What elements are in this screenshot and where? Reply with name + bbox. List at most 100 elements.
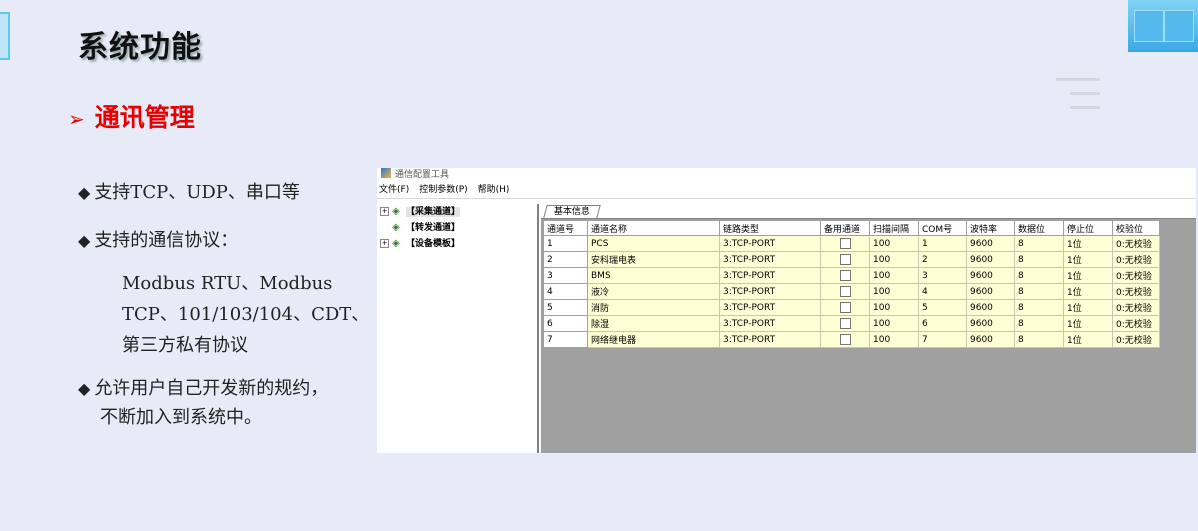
table-cell[interactable]: 消防	[587, 299, 720, 316]
table-cell[interactable]: 100	[869, 315, 919, 332]
table-cell[interactable]	[820, 235, 870, 252]
table-cell[interactable]: 9600	[966, 315, 1015, 332]
table-cell[interactable]: 1位	[1063, 283, 1113, 300]
table-cell[interactable]: 100	[869, 283, 919, 300]
table-cell[interactable]: 安科瑞电表	[587, 251, 720, 268]
table-cell[interactable]: 0:无校验	[1112, 331, 1160, 348]
row-number-cell[interactable]: 2	[543, 251, 588, 268]
backup-channel-checkbox[interactable]	[839, 254, 851, 265]
column-header[interactable]: 链路类型	[719, 220, 821, 236]
table-cell[interactable]: 液冷	[587, 283, 720, 300]
backup-channel-checkbox[interactable]	[839, 286, 851, 297]
table-cell[interactable]: 3:TCP-PORT	[719, 267, 821, 284]
expand-icon[interactable]: +	[380, 207, 389, 216]
table-row[interactable]: 2 安科瑞电表 3:TCP-PORT 100 2 9600 8 1位 0:无校验	[543, 251, 1160, 268]
table-cell[interactable]: 8	[1014, 235, 1064, 252]
table-cell[interactable]: 8	[1014, 315, 1064, 332]
expand-icon[interactable]: +	[380, 239, 389, 248]
table-cell[interactable]: 9600	[966, 251, 1015, 268]
table-cell[interactable]: 0:无校验	[1112, 235, 1160, 252]
column-header[interactable]: 备用通道	[820, 220, 870, 236]
table-cell[interactable]: 8	[1014, 331, 1064, 348]
table-cell[interactable]: 9600	[966, 267, 1015, 284]
column-header[interactable]: 数据位	[1014, 220, 1064, 236]
table-row[interactable]: 6 除湿 3:TCP-PORT 100 6 9600 8 1位 0:无校验	[543, 315, 1160, 332]
backup-channel-checkbox[interactable]	[839, 238, 851, 249]
column-header[interactable]: COM号	[918, 220, 967, 236]
row-number-cell[interactable]: 3	[543, 267, 588, 284]
table-cell[interactable]: 9600	[966, 299, 1015, 316]
table-cell[interactable]: 8	[1014, 267, 1064, 284]
table-cell[interactable]: BMS	[587, 267, 720, 284]
table-cell[interactable]: 3:TCP-PORT	[719, 235, 821, 252]
table-cell[interactable]: 3	[918, 267, 967, 284]
table-cell[interactable]: 100	[869, 235, 919, 252]
row-number-cell[interactable]: 7	[543, 331, 588, 348]
table-cell[interactable]: 1位	[1063, 299, 1113, 316]
menu-control-params[interactable]: 控制参数(P)	[419, 185, 467, 195]
table-cell[interactable]: 4	[918, 283, 967, 300]
table-cell[interactable]: 6	[918, 315, 967, 332]
table-cell[interactable]: 100	[869, 299, 919, 316]
column-header[interactable]: 通道名称	[587, 220, 720, 236]
table-cell[interactable]: 3:TCP-PORT	[719, 299, 821, 316]
table-cell[interactable]: 100	[869, 331, 919, 348]
table-cell[interactable]: 3:TCP-PORT	[719, 251, 821, 268]
table-cell[interactable]: 2	[918, 251, 967, 268]
menu-help[interactable]: 帮助(H)	[478, 185, 510, 195]
table-cell[interactable]: 8	[1014, 251, 1064, 268]
table-row[interactable]: 4 液冷 3:TCP-PORT 100 4 9600 8 1位 0:无校验	[543, 283, 1160, 300]
table-row[interactable]: 1 PCS 3:TCP-PORT 100 1 9600 8 1位 0:无校验	[543, 235, 1160, 252]
column-header[interactable]: 波特率	[966, 220, 1015, 236]
table-cell[interactable]: 1位	[1063, 267, 1113, 284]
table-cell[interactable]	[820, 299, 870, 316]
table-cell[interactable]	[820, 331, 870, 348]
table-cell[interactable]: 9600	[966, 235, 1015, 252]
table-cell[interactable]: 1位	[1063, 235, 1113, 252]
table-row[interactable]: 7 网络继电器 3:TCP-PORT 100 7 9600 8 1位 0:无校验	[543, 331, 1160, 348]
table-cell[interactable]: 3:TCP-PORT	[719, 283, 821, 300]
table-cell[interactable]: 0:无校验	[1112, 283, 1160, 300]
column-header[interactable]: 停止位	[1063, 220, 1113, 236]
row-number-cell[interactable]: 5	[543, 299, 588, 316]
row-number-cell[interactable]: 6	[543, 315, 588, 332]
column-header[interactable]: 通道号	[543, 220, 588, 236]
table-cell[interactable]: 3:TCP-PORT	[719, 331, 821, 348]
table-cell[interactable]: 5	[918, 299, 967, 316]
table-cell[interactable]: 7	[918, 331, 967, 348]
table-cell[interactable]: 8	[1014, 283, 1064, 300]
table-cell[interactable]: 0:无校验	[1112, 315, 1160, 332]
backup-channel-checkbox[interactable]	[839, 334, 851, 345]
column-header[interactable]: 校验位	[1112, 220, 1160, 236]
table-cell[interactable]: PCS	[587, 235, 720, 252]
table-cell[interactable]: 除湿	[587, 315, 720, 332]
table-cell[interactable]: 网络继电器	[587, 331, 720, 348]
tab-basic-info[interactable]: 基本信息	[543, 205, 601, 218]
backup-channel-checkbox[interactable]	[839, 318, 851, 329]
table-cell[interactable]: 1	[918, 235, 967, 252]
table-cell[interactable]: 0:无校验	[1112, 299, 1160, 316]
row-number-cell[interactable]: 1	[543, 235, 588, 252]
table-cell[interactable]: 0:无校验	[1112, 251, 1160, 268]
table-cell[interactable]	[820, 267, 870, 284]
tree-node-collect[interactable]: + ◈ 【采集通道】	[377, 204, 537, 220]
table-cell[interactable]: 100	[869, 251, 919, 268]
backup-channel-checkbox[interactable]	[839, 302, 851, 313]
table-row[interactable]: 5 消防 3:TCP-PORT 100 5 9600 8 1位 0:无校验	[543, 299, 1160, 316]
table-cell[interactable]	[820, 315, 870, 332]
table-cell[interactable]: 1位	[1063, 251, 1113, 268]
table-cell[interactable]: 100	[869, 267, 919, 284]
table-cell[interactable]: 0:无校验	[1112, 267, 1160, 284]
menu-file[interactable]: 文件(F)	[379, 185, 409, 195]
table-cell[interactable]: 8	[1014, 299, 1064, 316]
table-cell[interactable]: 1位	[1063, 331, 1113, 348]
table-cell[interactable]: 9600	[966, 283, 1015, 300]
table-cell[interactable]: 1位	[1063, 315, 1113, 332]
table-cell[interactable]: 3:TCP-PORT	[719, 315, 821, 332]
tree-node-forward[interactable]: +◈【转发通道】	[377, 220, 537, 236]
table-cell[interactable]	[820, 251, 870, 268]
column-header[interactable]: 扫描间隔	[869, 220, 919, 236]
table-row[interactable]: 3 BMS 3:TCP-PORT 100 3 9600 8 1位 0:无校验	[543, 267, 1160, 284]
row-number-cell[interactable]: 4	[543, 283, 588, 300]
table-cell[interactable]: 9600	[966, 331, 1015, 348]
